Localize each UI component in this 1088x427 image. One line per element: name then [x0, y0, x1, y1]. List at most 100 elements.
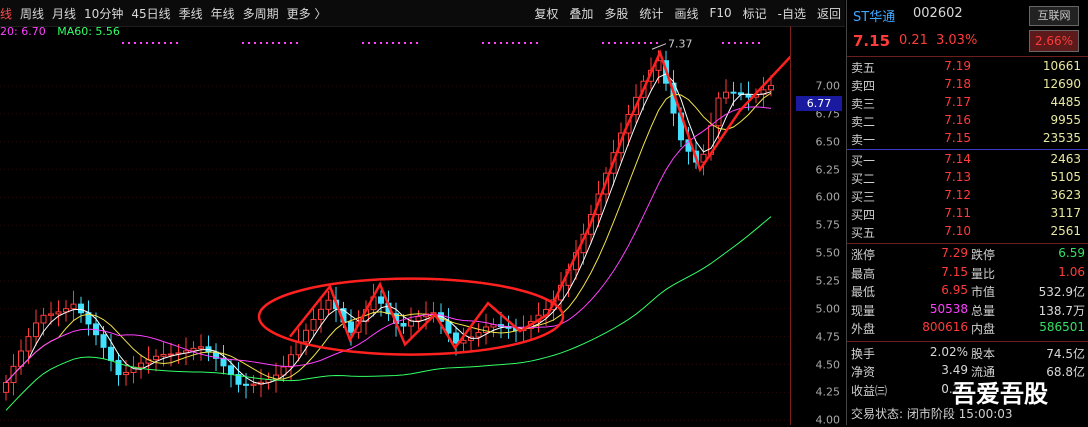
ask-row[interactable]: 卖三 7.17 4485: [847, 94, 1088, 112]
period-tab[interactable]: 45日线: [131, 5, 170, 22]
signal-dot: [614, 42, 616, 44]
chart-toolbar: 线周线 月线 10分钟 45日线 季线 年线 多周期 更多 〉 复权 叠加 多股 统计 画线 F10 标记…: [0, 0, 845, 27]
annotation-zigzag: [289, 49, 790, 351]
stat-label: 量比: [971, 266, 996, 281]
stat-value: 7.29: [941, 246, 968, 260]
period-tab[interactable]: 多周期: [243, 5, 279, 22]
candle-body: [70, 303, 77, 310]
stat-label: 外盘: [851, 322, 876, 336]
ask-row[interactable]: 卖四 7.18 12690: [847, 76, 1088, 94]
signal-dot: [656, 42, 658, 44]
signal-dot: [620, 42, 622, 44]
bid-volume: 3623: [1050, 188, 1081, 202]
bid-row[interactable]: 买一 7.14 2463: [847, 151, 1088, 169]
ask-row[interactable]: 卖五 7.19 10661: [847, 58, 1088, 76]
signal-dot: [530, 42, 532, 44]
sector-tag[interactable]: 互联网: [1029, 6, 1079, 26]
candle-body: [250, 383, 257, 386]
ask-label: 卖二: [851, 115, 876, 129]
section-divider: [847, 340, 1088, 342]
ma-legend: 20: 6.70 MA60: 5.56: [0, 25, 120, 38]
ask-price: 7.18: [944, 77, 971, 91]
signal-dot: [248, 42, 250, 44]
signal-dot: [272, 42, 274, 44]
candle-body: [303, 329, 309, 343]
signal-dot: [494, 42, 496, 44]
tool-button[interactable]: 叠加: [569, 5, 593, 22]
bid-label: 买五: [851, 226, 876, 240]
candle-body: [318, 308, 324, 320]
ask-row[interactable]: 卖二 7.16 9955: [847, 112, 1088, 130]
bid-row[interactable]: 买五 7.10 2561: [847, 223, 1088, 241]
stat-row: 外盘 800616 内盘 586501: [847, 319, 1088, 337]
candle-body: [243, 383, 249, 386]
signal-dot: [380, 42, 382, 44]
period-tab[interactable]: 更多 〉: [287, 5, 327, 22]
bid-volume: 2561: [1050, 224, 1081, 238]
ask-price: 7.17: [944, 95, 971, 109]
signal-dot: [740, 42, 742, 44]
bid-row[interactable]: 买二 7.13 5105: [847, 169, 1088, 187]
candle-body: [723, 91, 729, 99]
candlestick-chart[interactable]: 7.37: [0, 38, 790, 425]
stat-value: 586501: [1039, 320, 1085, 334]
signal-dot: [170, 42, 172, 44]
signal-dot: [506, 42, 508, 44]
stock-code: 002602: [913, 6, 963, 21]
tool-button[interactable]: 统计: [639, 5, 663, 22]
bid-label: 买三: [851, 190, 876, 204]
signal-dot: [410, 42, 412, 44]
quote-header: ST华通 002602 7.15 0.21 3.03% 互联网 2.66%: [847, 0, 1088, 57]
ask-volume: 9955: [1050, 113, 1081, 127]
ask-row[interactable]: 卖一 7.15 23535: [847, 130, 1088, 148]
candle-body: [40, 314, 47, 324]
bid-row[interactable]: 买四 7.11 3117: [847, 205, 1088, 223]
bid-price: 7.14: [944, 152, 971, 166]
stat-label: 换手: [851, 346, 876, 361]
period-tab[interactable]: 季线: [179, 5, 203, 22]
signal-dot: [290, 42, 292, 44]
signal-dot: [602, 42, 604, 44]
tool-button[interactable]: 画线: [674, 5, 698, 22]
tool-button[interactable]: F10: [709, 6, 731, 20]
stat-label: 涨停: [851, 248, 876, 262]
candle-body: [768, 84, 774, 91]
period-tabs: 线周线 月线 10分钟 45日线 季线 年线 多周期 更多 〉: [0, 0, 326, 26]
signal-dot: [518, 42, 520, 44]
period-tab[interactable]: 周线: [20, 5, 44, 22]
stat-row: 现量 50538 总量 138.7万: [847, 301, 1088, 319]
stat-value: 2.02%: [929, 344, 968, 359]
bid-row[interactable]: 买三 7.12 3623: [847, 187, 1088, 205]
ask-volume: 23535: [1042, 131, 1081, 145]
candle-body: [220, 357, 227, 367]
tool-button[interactable]: 标记: [743, 5, 767, 22]
candle-body: [138, 362, 144, 368]
period-tab[interactable]: 月线: [52, 5, 76, 22]
ask-label: 卖三: [851, 97, 876, 111]
price-axis-label: 5.25: [815, 274, 841, 288]
period-tab[interactable]: 年线: [211, 5, 235, 22]
tool-button[interactable]: 复权: [534, 5, 558, 22]
tool-button[interactable]: 返回: [817, 5, 841, 22]
candle-body: [33, 322, 39, 338]
candle-body: [460, 339, 467, 344]
candle-body: [190, 347, 197, 352]
signal-dot: [260, 42, 262, 44]
signal-dot: [650, 42, 652, 44]
stat-label: 现量: [851, 303, 876, 318]
price-axis-label: 5.00: [815, 302, 841, 316]
ma60-value: MA60: 5.56: [57, 25, 120, 38]
bid-label: 买二: [851, 172, 876, 186]
signal-dot: [254, 42, 256, 44]
candle-body: [100, 334, 107, 348]
stock-name[interactable]: ST华通: [853, 6, 895, 25]
period-tab[interactable]: 10分钟: [84, 5, 123, 22]
candle-body: [168, 353, 174, 356]
period-tab[interactable]: 线: [0, 5, 12, 22]
tool-button[interactable]: -自选: [778, 5, 806, 22]
candle-body: [445, 320, 452, 334]
stat-value: 6.59: [1058, 246, 1085, 260]
tool-button[interactable]: 多股: [604, 5, 628, 22]
bid-label: 买四: [851, 208, 876, 222]
stat-row: 最高 7.15 量比 1.06: [847, 264, 1088, 282]
